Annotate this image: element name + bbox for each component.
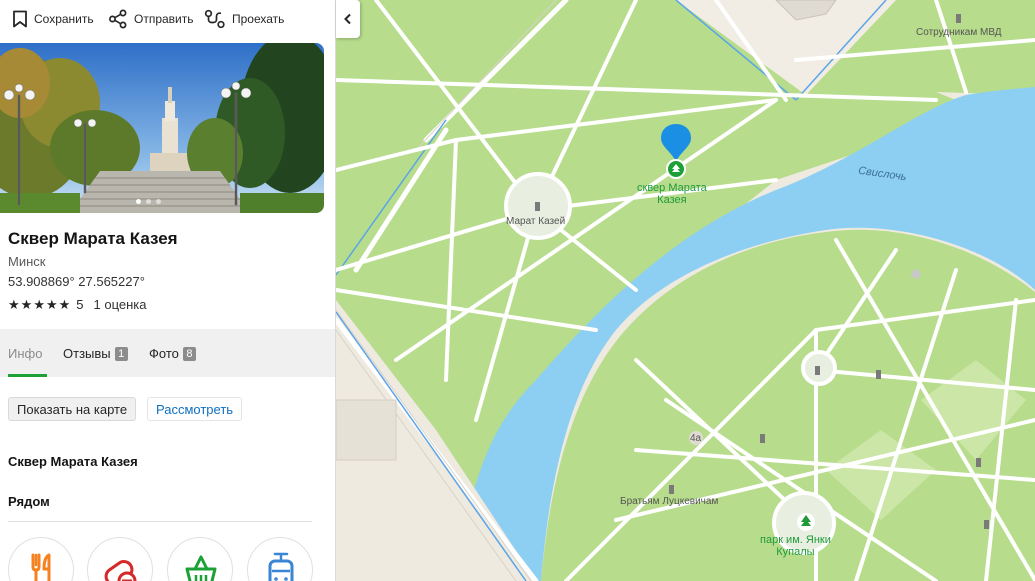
place-title: Сквер Марата Казея <box>8 229 178 248</box>
pagination-dot[interactable] <box>156 199 161 204</box>
card-toolbar: Сохранить Отправить Проехать <box>0 0 335 38</box>
active-tab-indicator <box>8 374 47 377</box>
card-tabs: Инфо Отзывы 1 Фото 8 <box>0 329 335 377</box>
pharmacy-icon <box>104 560 137 581</box>
tab-reviews[interactable]: Отзывы 1 <box>63 346 128 361</box>
photo-pagination[interactable] <box>136 199 161 204</box>
map-label-brothers: Братьям Луцкевичам <box>620 496 719 507</box>
place-photo[interactable] <box>0 43 324 213</box>
place-coordinates[interactable]: 53.908869° 27.565227° <box>8 274 145 289</box>
save-button[interactable]: Сохранить <box>12 8 94 30</box>
place-city: Минск <box>8 254 46 269</box>
tab-label: Фото <box>149 346 179 361</box>
place-rating[interactable]: ★ ★ ★ ★ ★ 5 1 оценка <box>8 297 147 312</box>
view-button[interactable]: Рассмотреть <box>147 397 243 421</box>
place-card-panel: Сохранить Отправить Проехать Сквер Марат… <box>0 0 336 581</box>
map-pin-icon <box>661 124 691 179</box>
photos-count-badge: 8 <box>182 346 196 361</box>
tab-label: Отзывы <box>63 346 111 361</box>
location-pin[interactable] <box>658 122 694 182</box>
pagination-dot[interactable] <box>136 199 141 204</box>
star-icon: ★ <box>45 296 58 312</box>
tab-info[interactable]: Инфо <box>8 346 42 361</box>
star-icon: ★ <box>20 296 33 312</box>
section-place-name: Сквер Марата Казея <box>8 454 138 469</box>
nearby-food-button[interactable] <box>8 537 74 581</box>
share-icon <box>109 9 127 29</box>
star-icon: ★ <box>33 296 45 312</box>
map-label-house: 4а <box>690 433 702 444</box>
collapse-panel-button[interactable] <box>336 0 360 38</box>
tab-photos[interactable]: Фото 8 <box>149 346 196 361</box>
nearby-pharmacy-button[interactable] <box>87 537 153 581</box>
map-canvas[interactable] <box>336 0 1035 581</box>
map-tiles <box>336 0 1035 581</box>
share-label: Отправить <box>134 12 194 26</box>
route-label: Проехать <box>232 12 285 26</box>
pagination-dot[interactable] <box>146 199 151 204</box>
map-label-park[interactable]: парк им. Янки Купалы <box>760 534 831 558</box>
route-icon <box>204 9 225 29</box>
grocery-icon <box>185 555 217 581</box>
show-on-map-button[interactable]: Показать на карте <box>8 397 137 421</box>
save-label: Сохранить <box>34 12 94 26</box>
tab-label: Инфо <box>8 346 43 361</box>
map-label-mvd: Сотрудникам МВД <box>916 27 1002 38</box>
rating-stars: ★ ★ ★ ★ ★ <box>8 296 71 312</box>
map-label-monument: Марат Казей <box>506 216 566 227</box>
rating-count[interactable]: 1 оценка <box>94 297 147 312</box>
star-icon: ★ <box>58 296 71 312</box>
bookmark-icon <box>13 10 27 28</box>
map-label-pin[interactable]: сквер Марата Казея <box>637 182 707 206</box>
park-photo-image <box>0 43 324 213</box>
transport-icon <box>268 552 294 581</box>
rating-value: 5 <box>76 297 84 312</box>
section-nearby: Рядом <box>8 494 50 509</box>
chevron-left-icon <box>344 13 351 25</box>
reviews-count-badge: 1 <box>114 346 128 361</box>
nearby-transport-button[interactable] <box>247 537 313 581</box>
route-button[interactable]: Проехать <box>204 8 284 30</box>
nearby-grocery-button[interactable] <box>167 537 233 581</box>
star-icon: ★ <box>8 296 20 312</box>
divider <box>8 521 312 522</box>
share-button[interactable]: Отправить <box>108 8 194 30</box>
food-icon <box>31 553 51 581</box>
